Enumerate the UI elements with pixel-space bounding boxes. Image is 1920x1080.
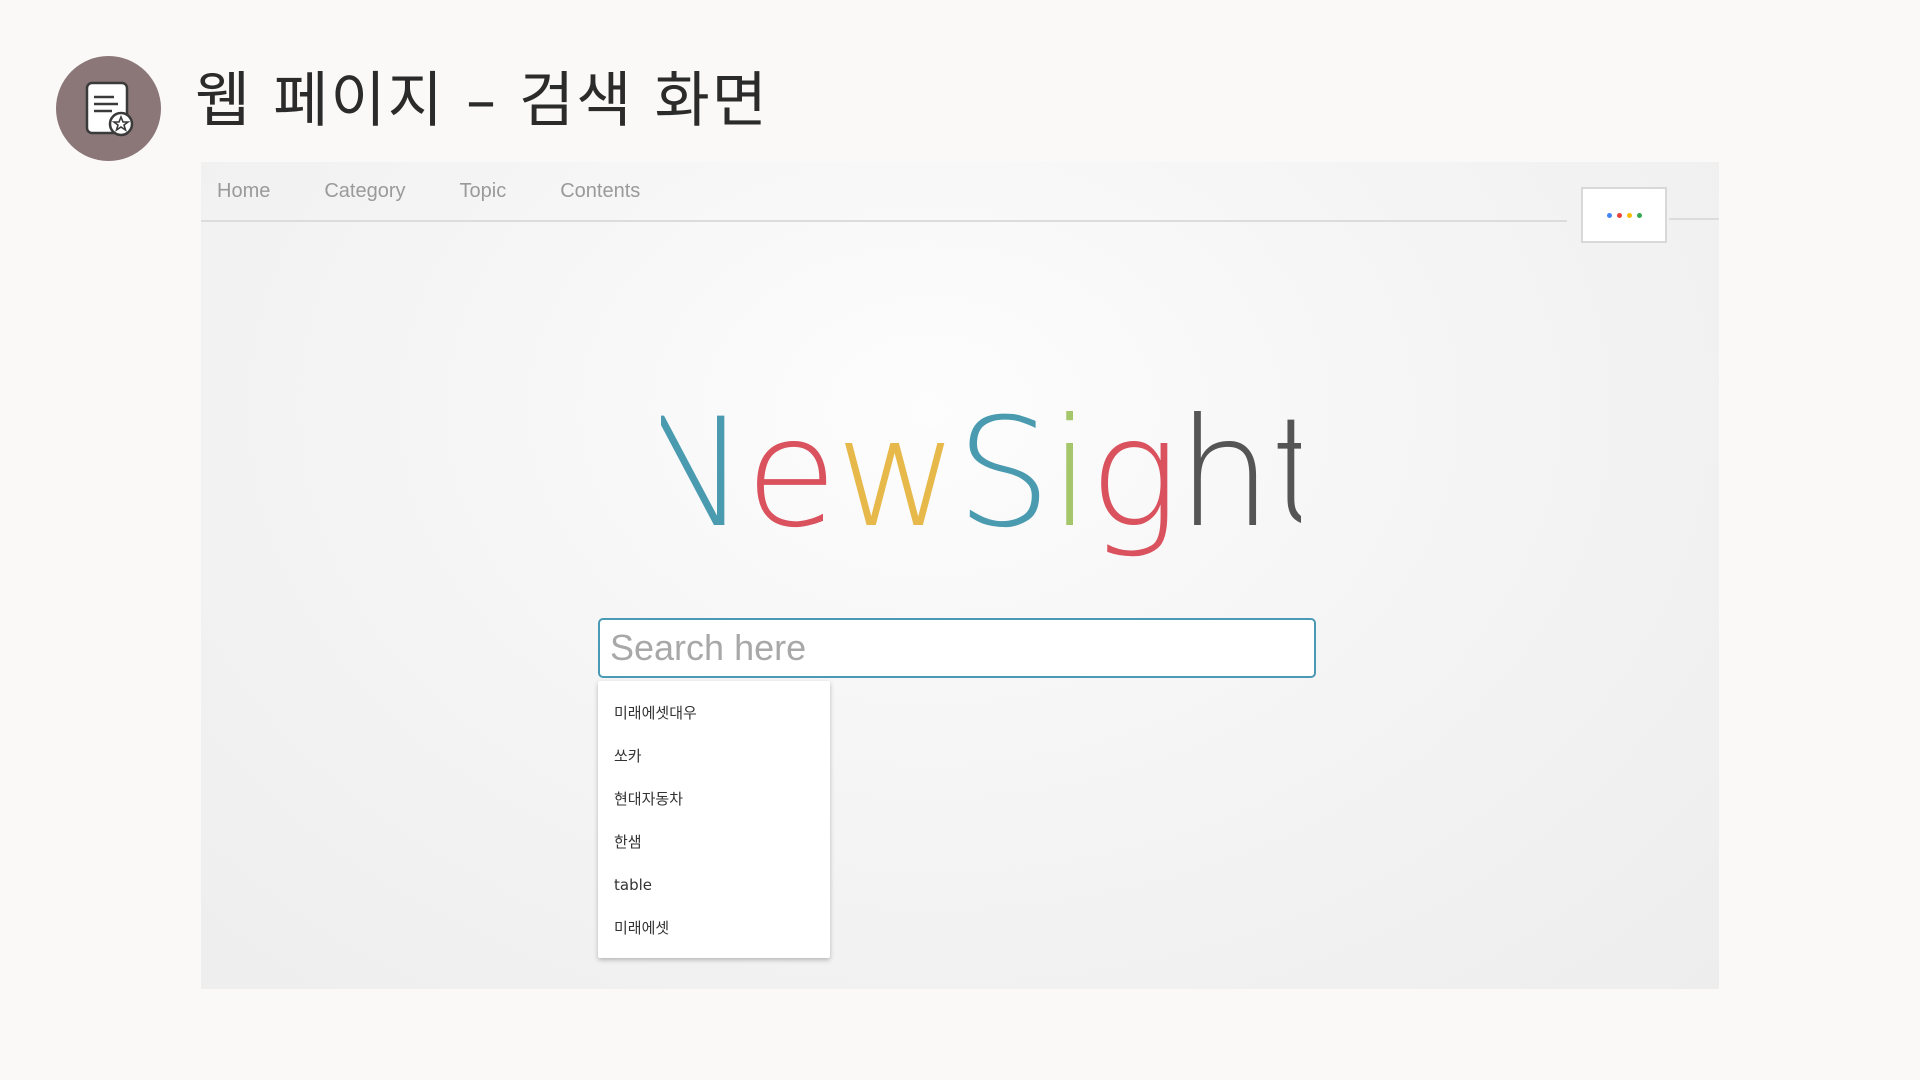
logo-letter: h [1177, 397, 1270, 561]
nav-item-topic[interactable]: Topic [460, 180, 507, 203]
logo-letter: e [745, 397, 835, 561]
logo-letter: t [1270, 397, 1301, 561]
logo-letter: i [1049, 397, 1089, 561]
suggestion-item[interactable]: 미래에셋 [598, 907, 830, 950]
logo-text: NewSight [661, 397, 1301, 561]
nav-item-contents[interactable]: Contents [560, 180, 640, 203]
nav-item-category[interactable]: Category [324, 180, 405, 203]
top-nav: Home Category Topic Contents [201, 162, 1567, 222]
logo-letter: S [956, 397, 1049, 561]
header-badge [56, 56, 161, 161]
browser-viewport: Home Category Topic Contents NewSight 미래… [201, 162, 1719, 989]
apps-dot-icon [1606, 212, 1612, 218]
suggestion-item[interactable]: 현대자동차 [598, 778, 830, 821]
slide-title: 웹 페이지 – 검색 화면 [195, 66, 769, 136]
apps-dot-icon [1626, 212, 1632, 218]
nav-divider [1669, 218, 1719, 220]
autocomplete-dropdown: 미래에셋대우 쏘카 현대자동차 한샘 table 미래에셋 [598, 681, 830, 958]
nav-item-home[interactable]: Home [217, 180, 270, 203]
apps-dot-icon [1616, 212, 1622, 218]
logo-letter: w [836, 397, 957, 561]
apps-button[interactable] [1581, 187, 1667, 243]
logo-letter: g [1089, 397, 1177, 561]
newsight-logo: NewSight [661, 397, 1301, 561]
slide: 웹 페이지 – 검색 화면 Home Category Topic Conten… [0, 0, 1920, 1080]
search-input[interactable] [598, 618, 1316, 678]
suggestion-item[interactable]: 미래에셋대우 [598, 692, 830, 735]
suggestion-item[interactable]: 쏘카 [598, 735, 830, 778]
suggestion-item[interactable]: 한샘 [598, 821, 830, 864]
apps-dot-icon [1636, 212, 1642, 218]
document-star-icon [85, 81, 133, 136]
logo-letter: N [661, 397, 745, 561]
suggestion-item[interactable]: table [598, 864, 830, 907]
